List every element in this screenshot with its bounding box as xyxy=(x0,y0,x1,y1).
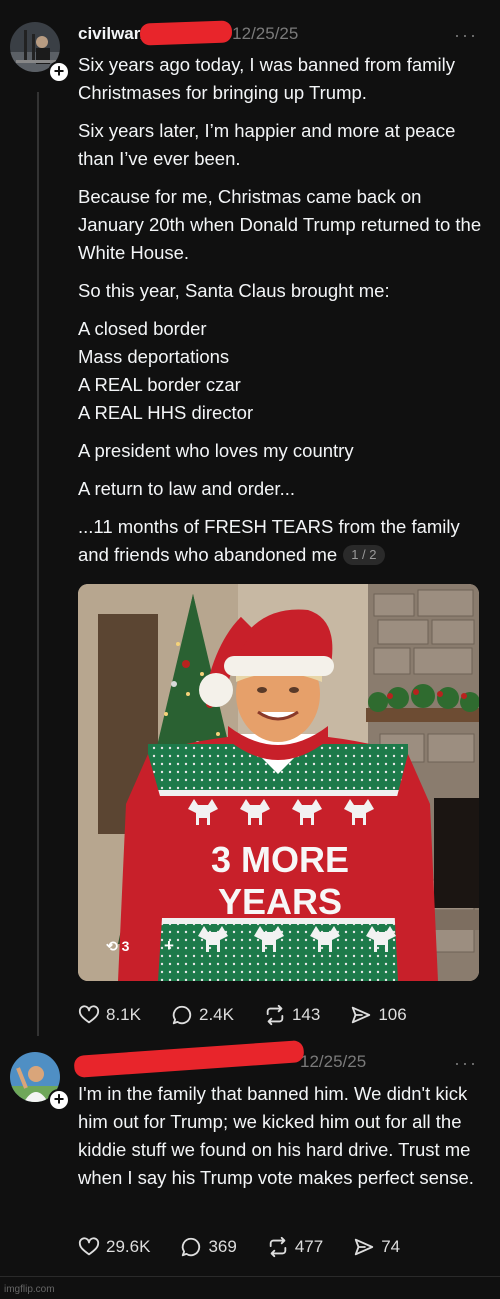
like-button[interactable]: 29.6K xyxy=(78,1236,150,1258)
post-image[interactable]: 3 MORE YEARS ⟲ 3 + xyxy=(78,584,479,981)
post-text: Six years ago today, I was banned from f… xyxy=(78,51,486,579)
comment-icon xyxy=(182,1237,201,1257)
action-bar: 8.1K 2.4K 143 106 xyxy=(78,1001,437,1029)
comment-icon xyxy=(172,1005,192,1025)
repost-button[interactable]: 477 xyxy=(267,1236,323,1258)
reply-button[interactable]: 369 xyxy=(180,1236,237,1258)
share-count: 74 xyxy=(381,1237,401,1256)
more-options-icon[interactable]: ··· xyxy=(454,25,478,46)
send-icon xyxy=(355,1238,374,1256)
paragraph: A president who loves my country xyxy=(78,440,354,461)
username[interactable]: civilwar. xyxy=(78,24,144,43)
sweater-text-line1: 3 MORE xyxy=(211,839,349,880)
reply-button[interactable]: 2.4K xyxy=(171,1004,234,1026)
gift-list: A closed border Mass deportations A REAL… xyxy=(78,315,486,427)
like-count: 8.1K xyxy=(106,1005,141,1024)
follow-plus-icon[interactable]: + xyxy=(48,61,70,83)
paragraph: A return to law and order... xyxy=(78,478,295,499)
thread-post-original: + civilwar. 12/25/25 ··· Six years ago to… xyxy=(0,0,500,1036)
action-bar: 29.6K 369 477 74 xyxy=(78,1233,430,1261)
share-button[interactable]: 106 xyxy=(350,1004,407,1026)
gift-list-item: A closed border xyxy=(78,318,207,339)
redaction-mark xyxy=(139,20,233,46)
paragraph: ...11 months of FRESH TEARS from the fam… xyxy=(78,513,486,569)
image-repost-count: 3 xyxy=(121,938,130,954)
more-options-icon[interactable]: ··· xyxy=(454,1053,478,1074)
repost-small-icon: ⟲ xyxy=(106,938,118,954)
image-repost-badge: ⟲ 3 xyxy=(106,938,129,955)
sweater-text-line2: YEARS xyxy=(218,881,342,922)
paragraph: Because for me, Christmas came back on J… xyxy=(78,186,482,263)
thread-post-reply: + 12/25/25 ··· I'm in the family that ba… xyxy=(0,1040,500,1280)
share-button[interactable]: 74 xyxy=(353,1236,400,1258)
reply-count: 2.4K xyxy=(198,1005,234,1024)
like-button[interactable]: 8.1K xyxy=(78,1004,141,1026)
heart-icon xyxy=(78,1005,100,1024)
send-icon xyxy=(352,1006,371,1024)
post-text: I'm in the family that banned him. We di… xyxy=(78,1080,486,1202)
heart-icon xyxy=(78,1237,100,1256)
post-date: 12/25/25 xyxy=(300,1052,367,1071)
reply-text: I'm in the family that banned him. We di… xyxy=(78,1083,474,1188)
repost-count: 477 xyxy=(294,1237,324,1256)
watermark: imgflip.com xyxy=(4,1284,55,1295)
repost-icon xyxy=(266,1004,284,1026)
like-count: 29.6K xyxy=(106,1237,151,1256)
gift-list-item: A REAL border czar xyxy=(78,374,241,395)
repost-count: 143 xyxy=(291,1005,321,1024)
paragraph: So this year, Santa Claus brought me: xyxy=(78,280,390,301)
repost-icon xyxy=(269,1236,287,1258)
reply-count: 369 xyxy=(208,1237,237,1256)
image-plus-icon[interactable]: + xyxy=(164,936,174,956)
repost-button[interactable]: 143 xyxy=(264,1004,320,1026)
gift-list-item: A REAL HHS director xyxy=(78,402,254,423)
last-paragraph: ...11 months of FRESH TEARS from the fam… xyxy=(78,516,460,565)
page-indicator[interactable]: 1 / 2 xyxy=(343,545,385,565)
follow-plus-icon[interactable]: + xyxy=(48,1089,70,1111)
share-count: 106 xyxy=(378,1005,407,1024)
thread-connector-line xyxy=(37,92,39,1036)
gift-list-item: Mass deportations xyxy=(78,346,230,367)
divider xyxy=(0,1276,500,1277)
post-date: 12/25/25 xyxy=(232,24,299,43)
paragraph: Six years ago today, I was banned from f… xyxy=(78,54,456,103)
paragraph: Six years later, I’m happier and more at… xyxy=(78,120,456,169)
